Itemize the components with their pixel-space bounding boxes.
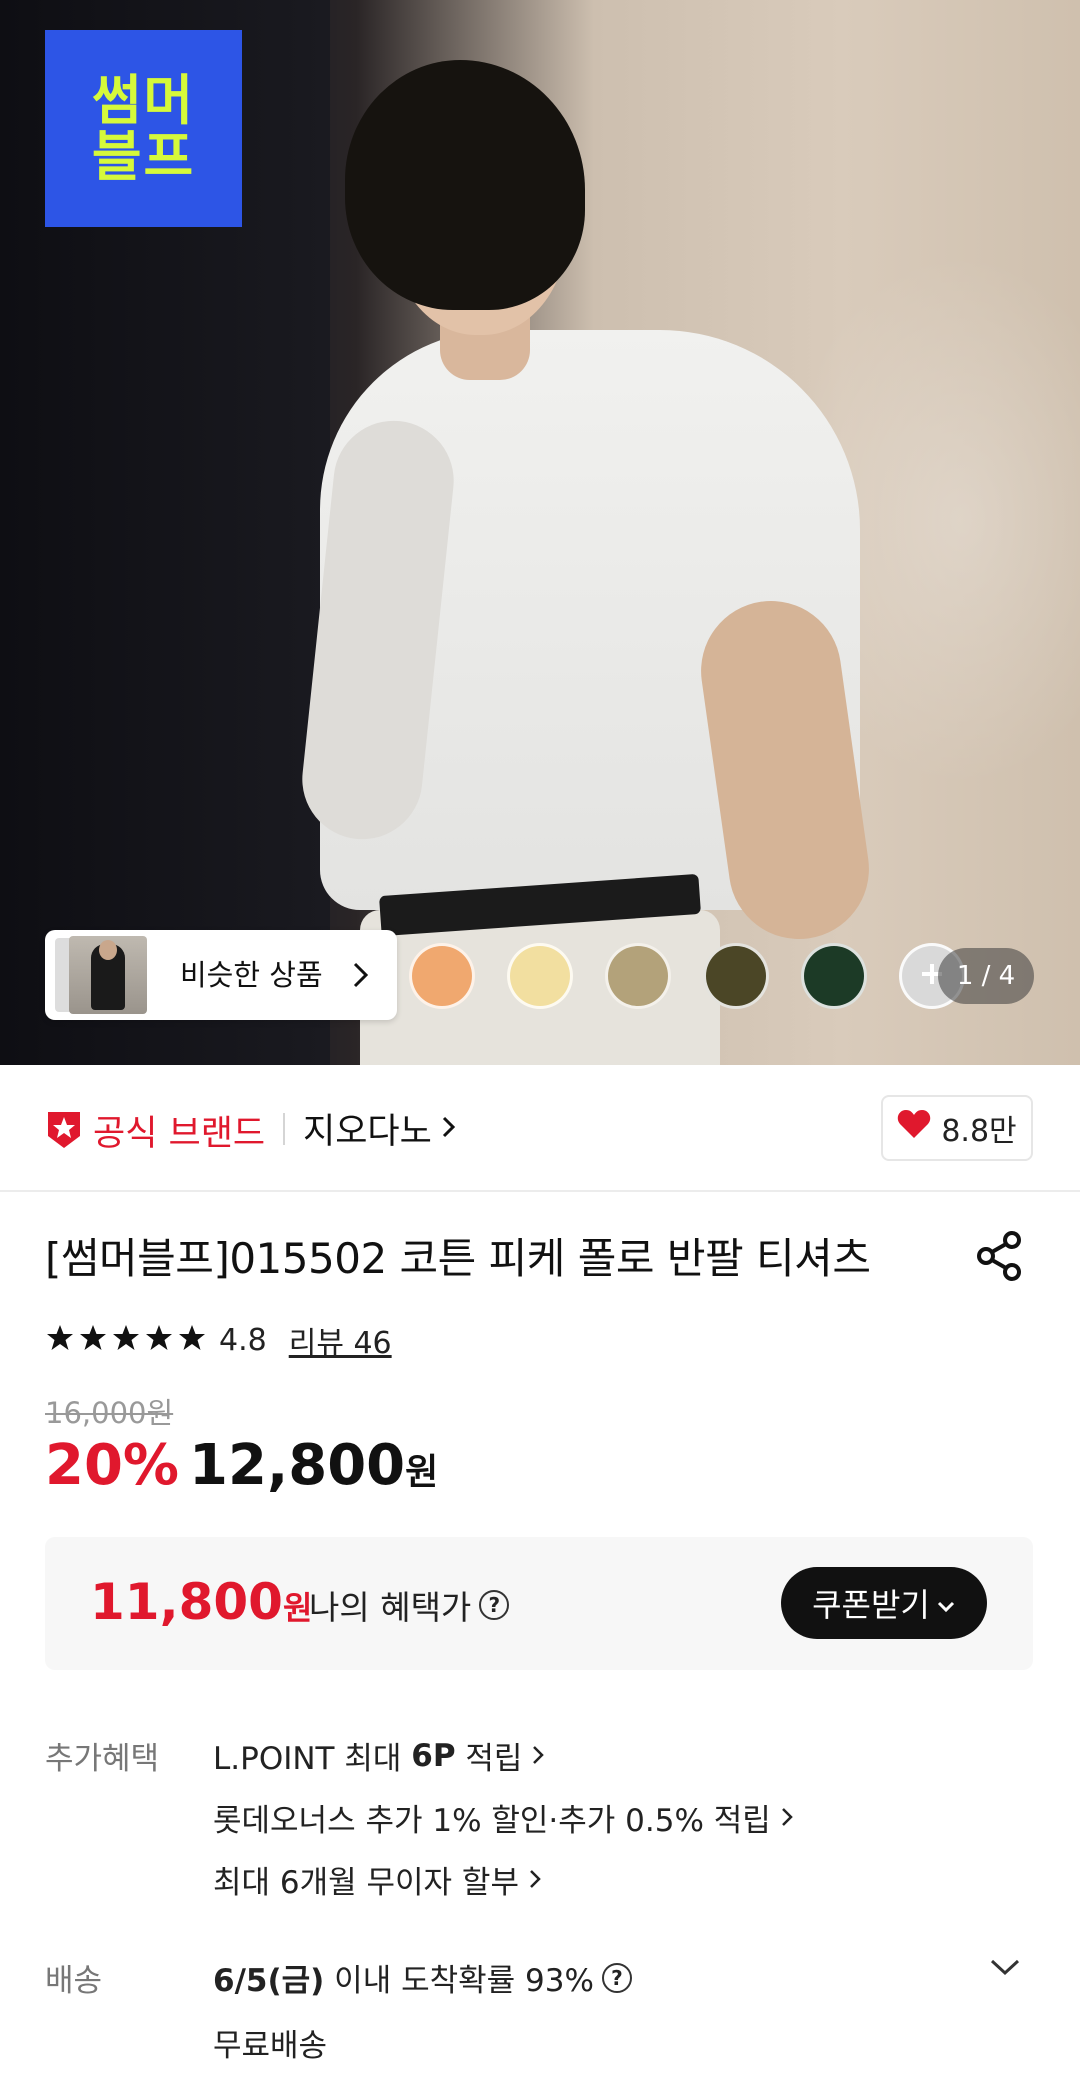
review-link[interactable]: 리뷰 46 bbox=[289, 1318, 392, 1362]
delivery-label: 배송 bbox=[45, 1963, 103, 1999]
star-rating-icons bbox=[45, 1323, 209, 1357]
color-swatch-olive[interactable] bbox=[703, 943, 769, 1009]
lotte-owners-text: 롯데오너스 추가 1% 할인·추가 0.5% 적립 bbox=[213, 1803, 771, 1839]
chevron-down-icon[interactable] bbox=[988, 1956, 1022, 1982]
delivery-fee: 무료배송 bbox=[213, 2028, 328, 2064]
lpoint-points: 6P bbox=[411, 1737, 456, 1774]
sale-price: 12,800 bbox=[189, 1433, 406, 1498]
similar-products-label: 비슷한 상품 bbox=[180, 958, 323, 992]
promo-logo-line1: 썸머 bbox=[91, 68, 196, 132]
rating-row: 4.8 리뷰 46 bbox=[45, 1318, 392, 1362]
extra-benefits-label: 추가혜택 bbox=[45, 1741, 160, 1777]
brand-name: 지오다노 bbox=[303, 1112, 432, 1152]
promo-logo-line2: 블프 bbox=[91, 124, 196, 188]
similar-product-thumbnail bbox=[69, 936, 147, 1014]
color-swatch-orange[interactable] bbox=[409, 943, 475, 1009]
color-swatch-green[interactable] bbox=[801, 943, 867, 1009]
help-icon[interactable]: ? bbox=[601, 1962, 632, 1993]
official-brand-label: 공식 브랜드 bbox=[93, 1114, 266, 1154]
benefit-price-unit: 원 bbox=[282, 1589, 313, 1627]
chevron-right-icon bbox=[530, 1738, 546, 1774]
color-swatch-beige[interactable] bbox=[605, 943, 671, 1009]
rating-score: 4.8 bbox=[219, 1322, 267, 1358]
like-count: 8.8만 bbox=[941, 1114, 1017, 1149]
image-counter: 1 / 4 bbox=[938, 948, 1034, 1004]
brand-link[interactable]: 지오다노 bbox=[303, 1103, 458, 1154]
color-swatch-cream[interactable] bbox=[507, 943, 573, 1009]
installment-benefit-link[interactable]: 최대 6개월 무이자 할부 bbox=[213, 1857, 543, 1902]
benefit-label-text: 나의 혜택가 bbox=[309, 1588, 472, 1627]
star-badge-icon bbox=[45, 1108, 83, 1154]
benefit-price-value: 11,800 bbox=[90, 1573, 283, 1631]
sale-price-row: 20% 12,800 원 bbox=[45, 1433, 438, 1498]
chevron-right-icon bbox=[440, 1109, 458, 1149]
delivery-date: 6/5(금) bbox=[213, 1963, 325, 1999]
lpoint-text-pre: L.POINT 최대 bbox=[213, 1741, 412, 1777]
model-hair bbox=[345, 60, 585, 310]
installment-text: 최대 6개월 무이자 할부 bbox=[213, 1865, 519, 1901]
lpoint-benefit-link[interactable]: L.POINT 최대 6P 적립 bbox=[213, 1733, 546, 1778]
price-unit: 원 bbox=[405, 1452, 439, 1493]
chevron-right-icon bbox=[350, 960, 372, 994]
promo-logo: 썸머 블프 bbox=[45, 30, 242, 227]
thumbnail-head bbox=[99, 940, 117, 960]
help-icon[interactable]: ? bbox=[479, 1590, 510, 1620]
benefit-label[interactable]: 나의 혜택가 ? bbox=[309, 1581, 510, 1629]
chevron-right-icon bbox=[527, 1862, 543, 1898]
coupon-button[interactable]: 쿠폰받기 bbox=[781, 1567, 987, 1639]
lpoint-text-post: 적립 bbox=[455, 1741, 523, 1777]
delivery-estimate: 6/5(금) 이내 도착확률 93% ? bbox=[213, 1955, 632, 2000]
lotte-owners-benefit-link[interactable]: 롯데오너스 추가 1% 할인·추가 0.5% 적립 bbox=[213, 1795, 795, 1840]
delivery-probability: 이내 도착확률 93% bbox=[324, 1963, 594, 1999]
product-image[interactable]: 썸머 블프 비슷한 상품 1 / 4 bbox=[0, 0, 1080, 1065]
coupon-button-label: 쿠폰받기 bbox=[812, 1586, 930, 1624]
chevron-right-icon bbox=[779, 1800, 795, 1836]
product-title: [썸머블프]015502 코튼 피케 폴로 반팔 티셔츠 bbox=[45, 1234, 871, 1283]
discount-rate: 20% bbox=[45, 1433, 180, 1498]
divider bbox=[283, 1113, 285, 1145]
chevron-down-icon bbox=[936, 1584, 956, 1622]
heart-icon bbox=[897, 1109, 931, 1147]
brand-row: 공식 브랜드 지오다노 8.8만 bbox=[0, 1065, 1080, 1192]
similar-products-button[interactable]: 비슷한 상품 bbox=[45, 930, 397, 1020]
share-icon[interactable] bbox=[972, 1228, 1028, 1288]
benefit-price: 11,800원 bbox=[90, 1573, 312, 1631]
original-price: 16,000원 bbox=[45, 1396, 174, 1430]
official-brand-badge: 공식 브랜드 bbox=[45, 1105, 265, 1156]
benefit-price-box: 11,800원 나의 혜택가 ? 쿠폰받기 bbox=[45, 1537, 1033, 1670]
like-button[interactable]: 8.8만 bbox=[881, 1095, 1033, 1161]
